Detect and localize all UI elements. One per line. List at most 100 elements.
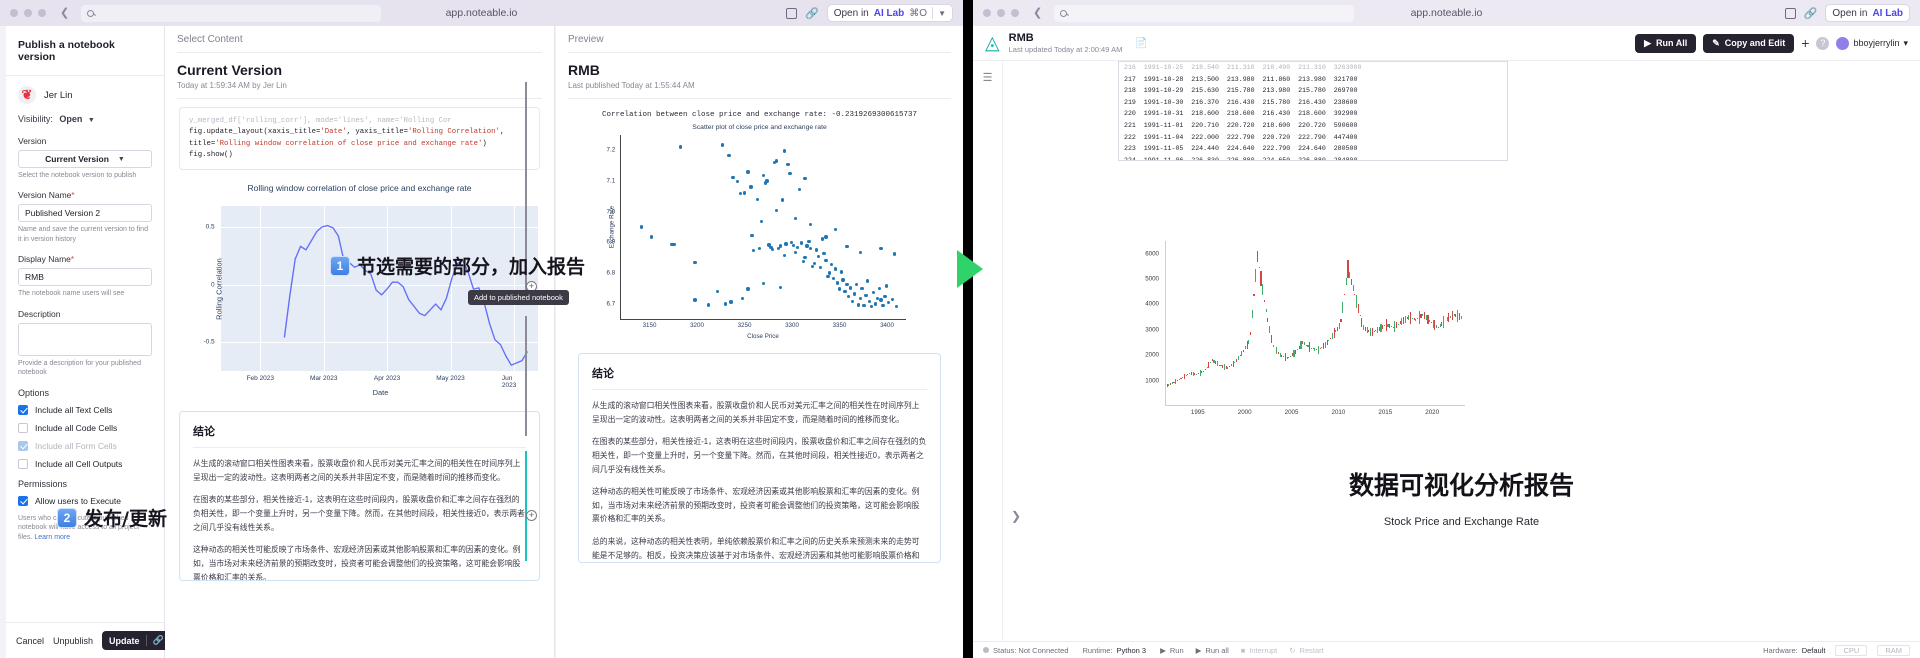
scatter-point <box>841 278 845 282</box>
checkbox[interactable] <box>18 495 28 506</box>
scatter-point <box>850 299 855 304</box>
link-icon[interactable]: 🔗 <box>805 7 819 20</box>
candle <box>1185 374 1187 377</box>
code-cell[interactable]: y_merged_df['rolling_corr'], mode='lines… <box>179 107 540 171</box>
add-to-published-notebook-icon[interactable]: + <box>526 510 537 521</box>
checkbox[interactable] <box>18 458 28 469</box>
checkbox[interactable] <box>18 404 28 415</box>
candle <box>1270 335 1272 343</box>
candle <box>1350 278 1352 286</box>
chevron-down-icon[interactable]: ▼ <box>88 117 95 124</box>
maximize-icon[interactable] <box>38 9 46 17</box>
scatter-point <box>845 245 849 249</box>
unpublish-button[interactable]: Unpublish <box>53 636 93 646</box>
candle <box>1448 313 1450 323</box>
display-name-label: Display Name* <box>18 254 152 264</box>
question-mark-icon[interactable]: ? <box>1816 36 1830 50</box>
open-in-ai-lab-button[interactable]: Open in AI Lab ⌘O ▼ <box>826 4 953 22</box>
table-row: 220 1991-10-31 218.600 218.600 216.430 2… <box>1124 110 1358 118</box>
version-select[interactable]: Current Version ▼ <box>18 150 152 168</box>
scatter-point <box>881 303 885 308</box>
interrupt-label: Interrupt <box>1249 645 1278 655</box>
minimize-icon[interactable] <box>997 9 1005 17</box>
cell-selection-rule-active[interactable] <box>525 451 527 561</box>
option-include-cell-outputs[interactable]: Include all Cell Outputs <box>18 458 152 469</box>
runtime-status[interactable]: Runtime: Python 3 <box>1082 646 1146 655</box>
scatter-point <box>640 225 644 229</box>
left-address-bar[interactable] <box>81 4 382 22</box>
hardware-status[interactable]: Hardware: Default <box>1763 646 1825 655</box>
run-all-label: Run all <box>1205 645 1229 655</box>
scatter-point <box>774 159 779 163</box>
description-help: Provide a description for your published… <box>18 359 141 377</box>
window-traffic-lights[interactable] <box>10 9 46 17</box>
copy-and-edit-button[interactable]: ✎ Copy and Edit <box>1703 33 1795 53</box>
checkbox[interactable] <box>18 422 28 433</box>
publish-panel: Publish a notebook version ❦ Jer Lin Vis… <box>6 26 171 658</box>
scatter-point <box>782 253 786 258</box>
document-icon[interactable]: 📄 <box>1135 38 1147 49</box>
description-input[interactable] <box>18 322 152 356</box>
run-all-button[interactable]: ▶ Run all <box>1196 646 1229 655</box>
scatter-point <box>856 303 860 307</box>
right-address-bar[interactable] <box>1054 4 1355 22</box>
status-right-group: Hardware: Default CPU RAM <box>1763 644 1910 656</box>
window-traffic-lights[interactable] <box>983 9 1019 17</box>
x-tick-label: 2010 <box>1331 409 1346 416</box>
link-icon[interactable]: 🔗 <box>1804 7 1818 20</box>
candle <box>1201 371 1203 373</box>
select-content-kicker: Select Content <box>177 34 542 53</box>
nav-back-button[interactable]: ❮ <box>1033 7 1042 19</box>
option-include-text-cells[interactable]: Include all Text Cells <box>18 404 152 415</box>
list-icon[interactable]: ☰ <box>983 71 993 84</box>
y-tick-label: 7.0 <box>606 208 616 216</box>
option-label: Include all Cell Outputs <box>35 458 123 469</box>
minimize-icon[interactable] <box>24 9 32 17</box>
link-icon[interactable]: 🔗 <box>153 635 164 646</box>
scatter-point <box>757 246 762 250</box>
annotation-text: 节选需要的部分，加入报告 <box>357 256 586 278</box>
display-name-input[interactable]: RMB <box>18 268 152 287</box>
candle <box>1340 319 1342 322</box>
candle <box>1187 373 1189 375</box>
publish-panel-title: Publish a notebook version <box>6 26 164 76</box>
chevron-down-icon[interactable]: ▼ <box>938 9 946 18</box>
visibility-row[interactable]: Visibility: Open ▼ <box>18 114 152 124</box>
learn-more-link[interactable]: Learn more <box>34 534 70 541</box>
run-button[interactable]: ▶ Run <box>1160 646 1184 655</box>
interrupt-button[interactable]: ■ Interrupt <box>1241 646 1277 655</box>
cell-selection-rule[interactable] <box>525 316 527 436</box>
scatter-point <box>809 246 813 251</box>
run-all-button[interactable]: ▶ Run All <box>1635 33 1697 53</box>
description-label: Description <box>18 308 61 319</box>
candle <box>1204 369 1206 370</box>
chevron-right-icon[interactable]: ❯ <box>1011 509 1021 523</box>
candlestick-chart: 1000 2000 3000 4000 5000 6000 1995 2000 2005 2010… <box>1145 241 1465 416</box>
divider <box>932 7 934 19</box>
candle <box>1272 344 1274 348</box>
extension-icon[interactable] <box>786 7 797 19</box>
nav-back-button[interactable]: ❮ <box>60 7 69 19</box>
restart-button[interactable]: ↻ Restart <box>1289 646 1323 655</box>
update-button[interactable]: Update 🔗 <box>102 631 171 650</box>
user-menu[interactable]: bboyjerrylin ▾ <box>1836 36 1908 50</box>
scatter-point <box>727 153 731 158</box>
version-name-input[interactable]: Published Version 2 <box>18 204 152 223</box>
markdown-cell-conclusion[interactable]: 结论 从生成的滚动窗口相关性图表来看，股票收盘价和人民币对美元汇率之间的相关性在… <box>179 411 540 582</box>
scatter-point <box>752 248 756 253</box>
scatter-point <box>833 227 838 232</box>
scatter-point <box>746 287 750 291</box>
option-include-code-cells[interactable]: Include all Code Cells <box>18 422 152 433</box>
select-content-subtitle: Today at 1:59:34 AM by Jer Lin <box>177 81 287 90</box>
x-tick-label: 3350 <box>832 322 847 329</box>
cancel-button[interactable]: Cancel <box>16 636 44 646</box>
scatter-point <box>852 292 857 296</box>
open-in-ai-lab-button[interactable]: Open in AI Lab <box>1825 4 1910 22</box>
y-tick-label: 0.5 <box>205 223 215 231</box>
close-icon[interactable] <box>10 9 18 17</box>
close-icon[interactable] <box>983 9 991 17</box>
plus-icon[interactable]: + <box>1801 35 1809 51</box>
extension-icon[interactable] <box>1784 7 1796 19</box>
correlation-caption: Correlation between close price and exch… <box>601 111 918 119</box>
maximize-icon[interactable] <box>1011 9 1019 17</box>
